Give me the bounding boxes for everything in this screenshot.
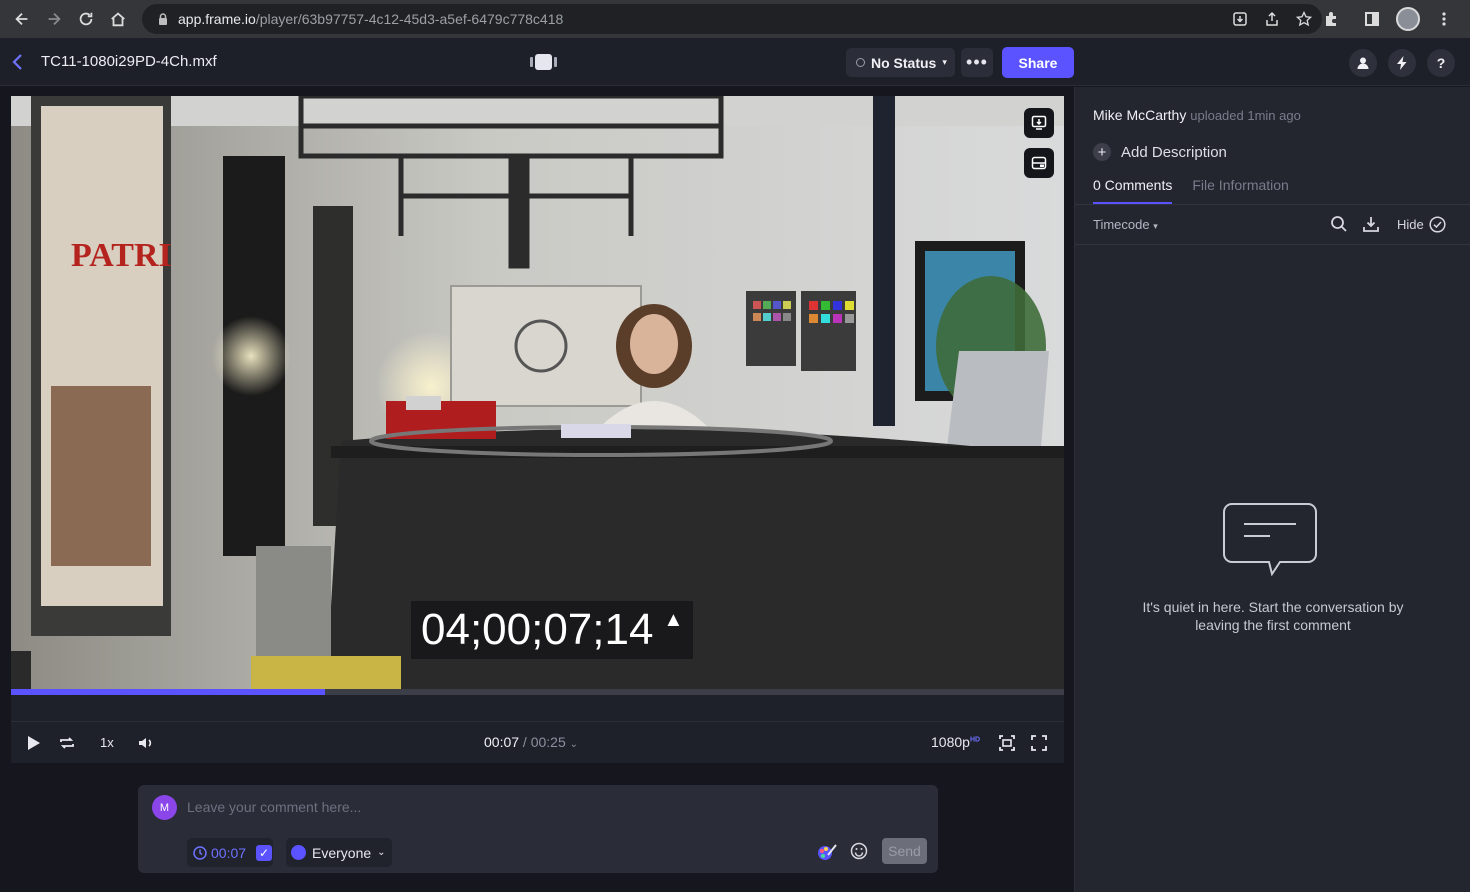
fullscreen-icon[interactable]: [1030, 734, 1048, 752]
empty-state-message: It's quiet in here. Start the conversati…: [1115, 598, 1431, 634]
url-path: /player/63b97757-4c12-45d3-a5ef-6479c778…: [255, 11, 564, 27]
sort-label: Timecode: [1093, 217, 1150, 232]
timestamp-toggle[interactable]: 00:07 ✓: [187, 838, 273, 867]
emoji-icon[interactable]: [850, 842, 868, 860]
playback-speed[interactable]: 1x: [100, 735, 114, 750]
lightning-icon: [1397, 56, 1407, 70]
panel-tabs: 0 Comments File Information: [1093, 177, 1289, 204]
profile-avatar[interactable]: [1396, 7, 1420, 31]
volume-icon[interactable]: [137, 734, 155, 752]
total-time: 00:25: [530, 734, 566, 750]
browser-forward-icon[interactable]: [38, 3, 70, 35]
status-dropdown[interactable]: No Status ▾: [846, 48, 955, 77]
side-panel-icon[interactable]: [1356, 3, 1388, 35]
uploader-name[interactable]: Mike McCarthy: [1093, 107, 1186, 123]
tab-comments[interactable]: 0 Comments: [1093, 177, 1173, 204]
sort-dropdown[interactable]: Timecode ▾: [1093, 217, 1158, 232]
quality-label: 1080p: [931, 734, 970, 750]
url-host: app.frame.io: [178, 11, 256, 27]
comment-filter-row: Timecode ▾ Hide: [1075, 205, 1470, 245]
comments-panel: Mike McCarthy uploaded 1min ago + Add De…: [1074, 87, 1470, 892]
player-controls: 1x 00:07 / 00:25 ⌄ 1080pHD: [11, 721, 1064, 763]
view-mode-toggle-icon[interactable]: [530, 54, 557, 70]
back-chevron-icon[interactable]: [8, 52, 26, 72]
audience-dropdown[interactable]: Everyone ⌄: [286, 838, 392, 867]
comment-input[interactable]: [187, 797, 907, 817]
send-button[interactable]: Send: [882, 838, 927, 864]
app-header: TC11-1080i29PD-4Ch.mxf No Status ▾ ••• S…: [0, 38, 1470, 86]
uploader-line: Mike McCarthy uploaded 1min ago: [1093, 107, 1301, 123]
install-app-icon[interactable]: [1230, 9, 1250, 29]
share-page-icon[interactable]: [1262, 9, 1282, 29]
globe-icon: [291, 845, 306, 860]
browser-toolbar: app.frame.io/player/63b97757-4c12-45d3-a…: [0, 0, 1470, 38]
audience-label: Everyone: [312, 844, 372, 861]
browser-back-icon[interactable]: [6, 3, 38, 35]
video-frame[interactable]: PATRI 04;00;07;14 ▲: [11, 96, 1064, 689]
file-title: TC11-1080i29PD-4Ch.mxf: [41, 53, 217, 70]
browser-reload-icon[interactable]: [70, 3, 102, 35]
safe-zones-icon[interactable]: [998, 734, 1016, 752]
lock-icon: [159, 13, 167, 25]
clock-icon: [193, 845, 207, 860]
add-description-button[interactable]: + Add Description: [1093, 143, 1227, 161]
address-bar[interactable]: app.frame.io/player/63b97757-4c12-45d3-a…: [142, 4, 1322, 34]
help-button[interactable]: ?: [1427, 49, 1455, 77]
download-frame-icon: [1031, 115, 1047, 130]
timecode-text: 04;00;07;14: [421, 605, 654, 654]
extensions-puzzle-icon[interactable]: [1316, 3, 1348, 35]
more-options-button[interactable]: •••: [961, 48, 993, 77]
tab-file-information[interactable]: File Information: [1192, 177, 1288, 204]
status-dot-icon: [856, 58, 865, 67]
burned-in-timecode: 04;00;07;14 ▲: [411, 601, 694, 659]
chevron-down-icon: ▾: [1153, 221, 1158, 231]
bookmark-star-icon[interactable]: [1294, 9, 1314, 29]
empty-state-line-2: leaving the first comment: [1195, 617, 1351, 633]
time-readout[interactable]: 00:07 / 00:25 ⌄: [484, 734, 578, 750]
hide-completed-toggle[interactable]: Hide: [1397, 216, 1446, 233]
annotate-draw-icon[interactable]: [816, 841, 838, 863]
loop-icon[interactable]: [58, 734, 76, 752]
comment-composer: M 00:07 ✓ Everyone ⌄ Send: [138, 785, 938, 873]
speech-bubble-icon: [1223, 503, 1317, 576]
chevron-down-icon: ⌄: [377, 847, 386, 858]
timestamp-value: 00:07: [211, 844, 247, 861]
play-icon[interactable]: [24, 734, 42, 752]
check-circle-icon: [1429, 216, 1446, 233]
share-button[interactable]: Share: [1002, 47, 1074, 78]
bell-marker-icon: ▲: [663, 608, 684, 631]
user-icon: [1357, 57, 1369, 69]
hide-label: Hide: [1397, 217, 1424, 232]
empty-state-line-1: It's quiet in here. Start the conversati…: [1142, 599, 1404, 615]
chevron-down-icon: ▾: [942, 57, 947, 67]
current-time: 00:07: [484, 734, 520, 750]
add-description-label: Add Description: [1121, 143, 1227, 161]
status-label: No Status: [871, 54, 937, 71]
browser-home-icon[interactable]: [102, 3, 134, 35]
hd-badge: HD: [969, 736, 981, 744]
svg-text:PATRI: PATRI: [71, 237, 172, 274]
download-frame-button[interactable]: [1024, 108, 1054, 138]
time-separator: /: [519, 734, 531, 750]
compare-view-icon: [1031, 156, 1047, 170]
timestamp-checkbox[interactable]: ✓: [256, 844, 273, 861]
chevron-down-icon: ⌄: [569, 739, 579, 750]
quality-selector[interactable]: 1080pHD: [931, 734, 980, 750]
upload-meta: uploaded 1min ago: [1190, 108, 1301, 123]
compare-view-button[interactable]: [1024, 148, 1054, 178]
download-comments-icon[interactable]: [1362, 215, 1380, 233]
search-icon[interactable]: [1330, 215, 1348, 233]
browser-menu-icon[interactable]: [1428, 3, 1460, 35]
integrations-button[interactable]: [1388, 49, 1416, 77]
plus-icon: +: [1093, 143, 1111, 161]
controls-spacer: [11, 695, 1064, 721]
composer-avatar: M: [152, 795, 177, 820]
user-button[interactable]: [1349, 49, 1377, 77]
